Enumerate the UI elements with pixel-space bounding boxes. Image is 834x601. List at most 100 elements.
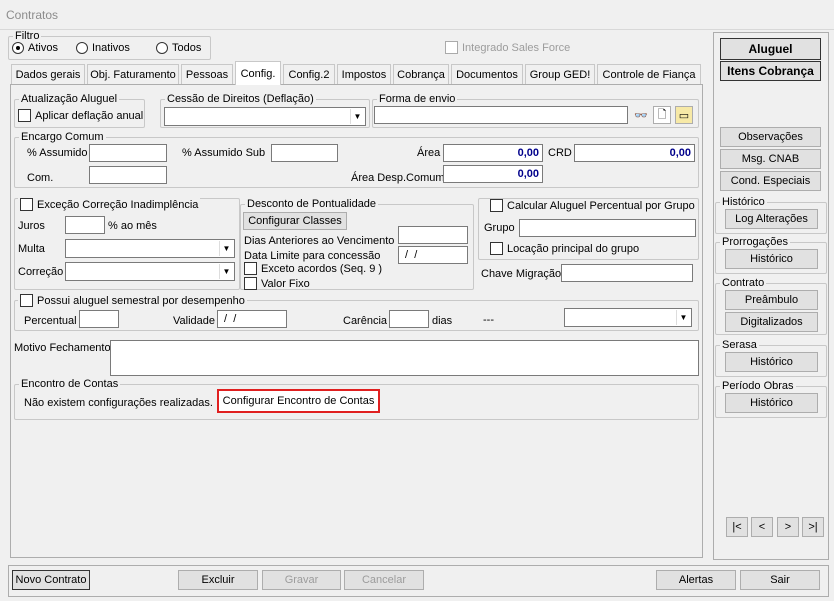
radio-ativos-indicator[interactable]: [12, 42, 24, 54]
radio-todos[interactable]: Todos: [156, 42, 201, 54]
new-document-icon[interactable]: 🗋: [653, 106, 671, 124]
integrado-checkbox[interactable]: [445, 41, 458, 54]
assumido-input[interactable]: [89, 144, 167, 162]
radio-inativos[interactable]: Inativos: [76, 42, 130, 54]
contrato-legend: Contrato: [722, 277, 765, 289]
tab-config2[interactable]: Config.2: [283, 64, 335, 84]
assumido-label: % Assumido: [27, 147, 88, 159]
log-alteracoes-button[interactable]: Log Alterações: [725, 209, 818, 229]
alertas-button[interactable]: Alertas: [656, 570, 736, 590]
integrado-sales-force[interactable]: Integrado Sales Force: [445, 41, 570, 54]
tab-impostos[interactable]: Impostos: [337, 64, 391, 84]
data-limite-input[interactable]: [398, 246, 468, 264]
forma-envio-input[interactable]: [374, 106, 628, 124]
semestral-checkbox[interactable]: [20, 294, 33, 307]
valor-fixo[interactable]: Valor Fixo: [244, 277, 310, 290]
aplicar-deflacao-checkbox[interactable]: [18, 109, 31, 122]
aplicar-deflacao-label: Aplicar deflação anual: [35, 109, 144, 122]
radio-ativos[interactable]: Ativos: [12, 42, 58, 54]
aluguel-button[interactable]: Aluguel: [720, 38, 821, 60]
excecao-label: Exceção Correção Inadimplência: [37, 198, 199, 211]
serasa-historico-button[interactable]: Histórico: [725, 352, 818, 372]
correcao-label: Correção: [18, 266, 64, 278]
cessao-select[interactable]: ▼: [164, 107, 366, 126]
multa-select[interactable]: ▼: [65, 239, 235, 258]
cond-especiais-button[interactable]: Cond. Especiais: [720, 171, 821, 191]
tab-cobranca[interactable]: Cobrança: [393, 64, 449, 84]
sair-button[interactable]: Sair: [740, 570, 820, 590]
juros-input[interactable]: [65, 216, 105, 234]
excecao-checkbox-row[interactable]: Exceção Correção Inadimplência: [18, 198, 201, 211]
radio-todos-indicator[interactable]: [156, 42, 168, 54]
configurar-classes-button[interactable]: Configurar Classes: [243, 212, 347, 230]
valor-fixo-checkbox[interactable]: [244, 277, 257, 290]
calcular-checkbox[interactable]: [490, 199, 503, 212]
exceto-acordos[interactable]: Exceto acordos (Seq. 9 ): [244, 262, 382, 275]
carencia-label: Carência: [343, 315, 388, 327]
radio-todos-label: Todos: [172, 42, 202, 54]
percentual-input[interactable]: [79, 310, 119, 328]
chevron-down-icon: ▼: [676, 310, 690, 325]
carencia-input[interactable]: [389, 310, 429, 328]
atualizacao-legend: Atualização Aluguel: [21, 93, 118, 105]
excecao-checkbox[interactable]: [20, 198, 33, 211]
aplicar-deflacao[interactable]: Aplicar deflação anual: [18, 109, 143, 122]
locacao-label: Locação principal do grupo: [507, 242, 640, 255]
tab-dados-gerais[interactable]: Dados gerais: [11, 64, 85, 84]
periodo-historico-button[interactable]: Histórico: [725, 393, 818, 413]
tab-pessoas[interactable]: Pessoas: [181, 64, 233, 84]
locacao-checkbox[interactable]: [490, 242, 503, 255]
cancelar-button[interactable]: Cancelar: [344, 570, 424, 590]
tab-config[interactable]: Config.: [235, 61, 281, 85]
observacoes-button[interactable]: Observações: [720, 127, 821, 147]
validade-label: Validade: [173, 315, 215, 327]
semestral-label: Possui aluguel semestral por desempenho: [37, 294, 245, 307]
tab-obj-faturamento[interactable]: Obj. Faturamento: [87, 64, 179, 84]
dias-anteriores-label: Dias Anteriores ao Vencimento: [244, 235, 395, 247]
crd-input[interactable]: [574, 144, 695, 162]
nav-prev-button[interactable]: <: [751, 517, 773, 537]
digitalizados-button[interactable]: Digitalizados: [725, 312, 818, 332]
chave-migracao-input[interactable]: [561, 264, 693, 282]
semestral-checkbox-row[interactable]: Possui aluguel semestral por desempenho: [18, 294, 247, 307]
assumido-sub-input[interactable]: [271, 144, 338, 162]
juros-label: Juros: [18, 220, 45, 232]
preambulo-button[interactable]: Preâmbulo: [725, 290, 818, 310]
dias-anteriores-input[interactable]: [398, 226, 468, 244]
percentual-label: Percentual: [24, 315, 77, 327]
title-bar: Contratos: [0, 0, 834, 30]
dias-label: dias: [432, 315, 453, 327]
nav-next-button[interactable]: >: [777, 517, 799, 537]
area-desp-input[interactable]: [443, 165, 543, 183]
folder-icon[interactable]: ▭: [675, 106, 693, 124]
excluir-button[interactable]: Excluir: [178, 570, 258, 590]
binoculars-icon[interactable]: 👓: [632, 106, 650, 124]
semestral-select[interactable]: ▼: [564, 308, 692, 327]
msg-cnab-button[interactable]: Msg. CNAB: [720, 149, 821, 169]
tab-controle-fianca[interactable]: Controle de Fiança: [597, 64, 701, 84]
radio-inativos-indicator[interactable]: [76, 42, 88, 54]
novo-contrato-button[interactable]: Novo Contrato: [12, 570, 90, 590]
tab-group-ged[interactable]: Group GED!: [525, 64, 595, 84]
prorrogacoes-historico-button[interactable]: Histórico: [725, 249, 818, 269]
grupo-input[interactable]: [519, 219, 696, 237]
assumido-sub-label: % Assumido Sub: [182, 147, 266, 159]
validade-input[interactable]: [217, 310, 287, 328]
area-input[interactable]: [443, 144, 543, 162]
nav-last-button[interactable]: >|: [802, 517, 824, 537]
historico-legend: Histórico: [722, 196, 765, 208]
calcular-checkbox-row[interactable]: Calcular Aluguel Percentual por Grupo: [488, 199, 697, 212]
motivo-textarea[interactable]: [110, 340, 699, 376]
exceto-acordos-checkbox[interactable]: [244, 262, 257, 275]
crd-label: CRD: [548, 147, 572, 159]
nav-first-button[interactable]: |<: [726, 517, 748, 537]
locacao-principal[interactable]: Locação principal do grupo: [490, 242, 639, 255]
configurar-encontro-button[interactable]: Configurar Encontro de Contas: [217, 389, 380, 413]
itens-cobranca-button[interactable]: Itens Cobrança: [720, 61, 821, 81]
correcao-select[interactable]: ▼: [65, 262, 235, 281]
com-input[interactable]: [89, 166, 167, 184]
gravar-button[interactable]: Gravar: [262, 570, 341, 590]
encargo-legend: Encargo Comum: [21, 131, 104, 143]
tab-documentos[interactable]: Documentos: [451, 64, 523, 84]
area-desp-label: Área Desp.Comum: [351, 172, 445, 184]
